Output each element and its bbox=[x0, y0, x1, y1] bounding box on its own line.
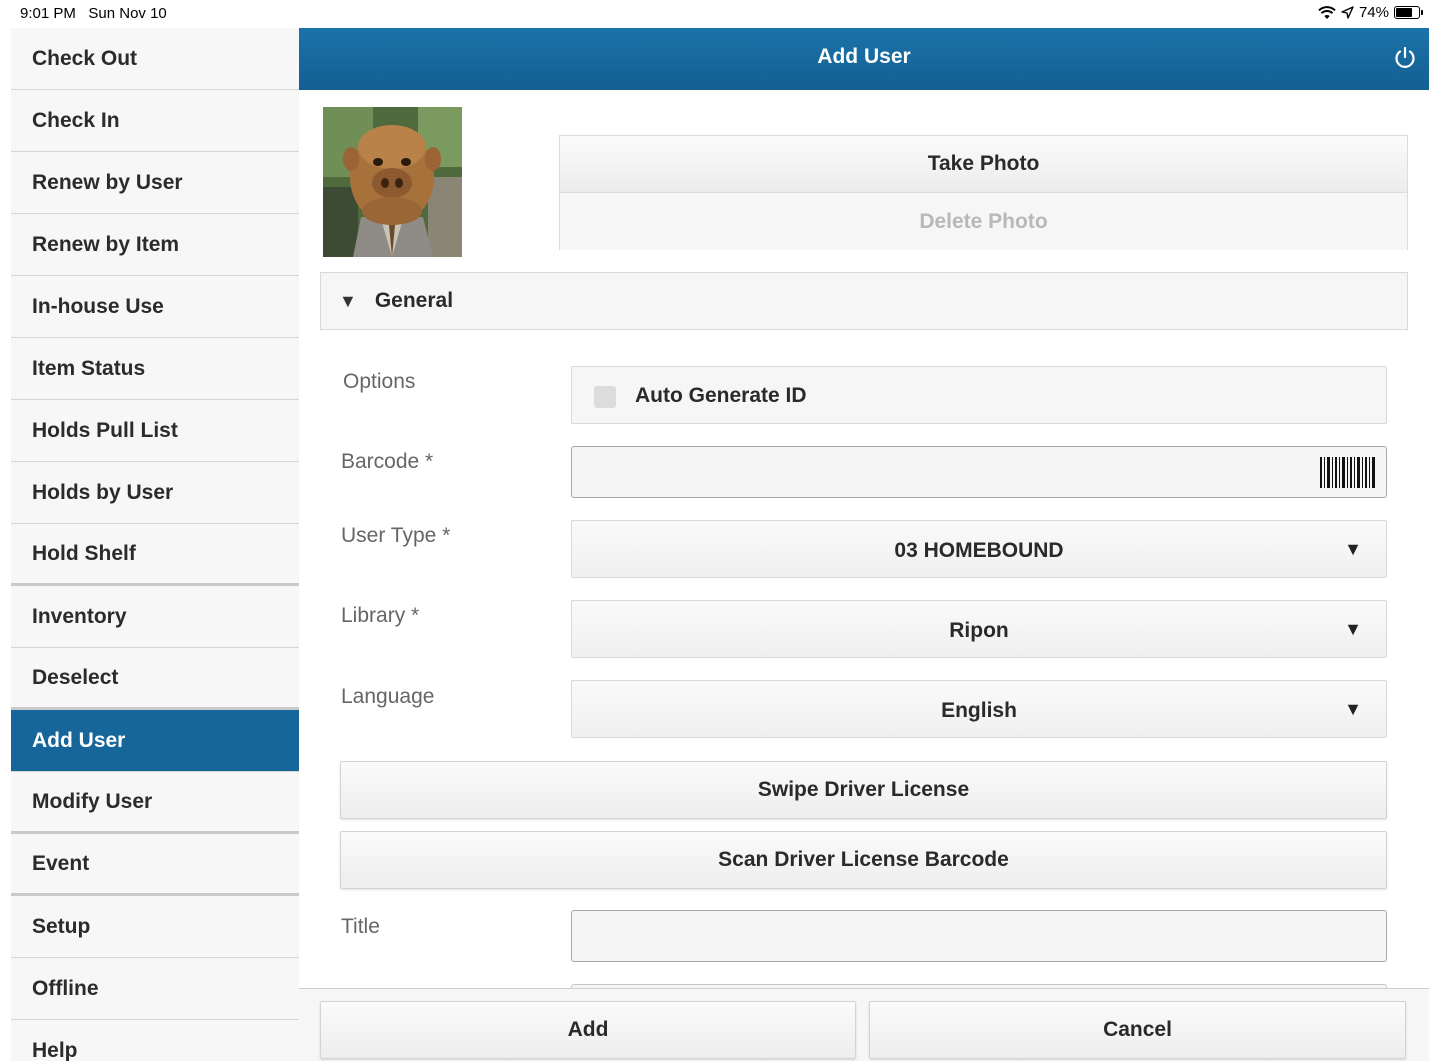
chevron-down-icon: ▼ bbox=[1344, 619, 1362, 639]
footer-bar: Add Cancel bbox=[299, 988, 1429, 1061]
title-label: Title bbox=[341, 915, 380, 938]
user-type-select[interactable]: 03 HOMEBOUND ▼ bbox=[571, 520, 1387, 578]
page-title: Add User bbox=[817, 45, 911, 68]
sidebar-item-holds-by-user[interactable]: Holds by User bbox=[11, 462, 299, 524]
sidebar-item-renew-by-item[interactable]: Renew by Item bbox=[11, 214, 299, 276]
section-label: General bbox=[374, 289, 454, 312]
sidebar-item-inventory[interactable]: Inventory bbox=[11, 586, 299, 648]
delete-photo-button[interactable]: Delete Photo bbox=[560, 193, 1407, 250]
language-label: Language bbox=[341, 685, 435, 708]
library-label: Library * bbox=[341, 604, 420, 627]
battery-percent: 74% bbox=[1358, 4, 1389, 21]
auto-generate-id-label: Auto Generate ID bbox=[635, 384, 807, 407]
sidebar-item-check-in[interactable]: Check In bbox=[11, 90, 299, 152]
chevron-down-icon: ▼ bbox=[1344, 539, 1362, 559]
sidebar-item-deselect[interactable]: Deselect bbox=[11, 648, 299, 710]
main-content: Take Photo Delete Photo ▼ General Option… bbox=[299, 90, 1429, 988]
auto-generate-id-checkbox[interactable] bbox=[594, 386, 616, 408]
sidebar-item-hold-shelf[interactable]: Hold Shelf bbox=[11, 524, 299, 586]
battery-icon bbox=[1394, 6, 1423, 19]
sidebar-item-holds-pull-list[interactable]: Holds Pull List bbox=[11, 400, 299, 462]
options-label: Options bbox=[343, 370, 416, 393]
location-arrow-icon bbox=[1341, 6, 1354, 19]
chevron-down-icon: ▼ bbox=[1344, 699, 1362, 719]
header-bar: Add User bbox=[299, 28, 1429, 90]
title-field[interactable] bbox=[571, 910, 1387, 962]
sidebar-item-help[interactable]: Help bbox=[11, 1020, 299, 1061]
status-icons: 74% bbox=[1318, 4, 1423, 21]
sidebar-item-add-user[interactable]: Add User bbox=[11, 710, 299, 772]
user-photo-image bbox=[323, 107, 462, 257]
status-bar: 9:01 PM Sun Nov 10 74% bbox=[0, 0, 1434, 28]
status-time: 9:01 PM Sun Nov 10 bbox=[20, 5, 167, 22]
general-section-header[interactable]: ▼ General bbox=[320, 272, 1408, 330]
cancel-button[interactable]: Cancel bbox=[869, 1001, 1406, 1059]
library-select[interactable]: Ripon ▼ bbox=[571, 600, 1387, 658]
barcode-field[interactable] bbox=[571, 446, 1387, 498]
sidebar: Check Out Check In Renew by User Renew b… bbox=[11, 28, 299, 1061]
status-date: Sun Nov 10 bbox=[88, 5, 167, 22]
sidebar-item-setup[interactable]: Setup bbox=[11, 896, 299, 958]
library-value: Ripon bbox=[949, 619, 1009, 642]
sidebar-item-modify-user[interactable]: Modify User bbox=[11, 772, 299, 834]
sidebar-item-item-status[interactable]: Item Status bbox=[11, 338, 299, 400]
sidebar-item-offline[interactable]: Offline bbox=[11, 958, 299, 1020]
user-type-label: User Type * bbox=[341, 524, 451, 547]
user-photo bbox=[323, 107, 462, 257]
sidebar-item-in-house-use[interactable]: In-house Use bbox=[11, 276, 299, 338]
user-type-value: 03 HOMEBOUND bbox=[894, 539, 1064, 562]
scan-driver-license-button[interactable]: Scan Driver License Barcode bbox=[340, 831, 1387, 889]
swipe-driver-license-button[interactable]: Swipe Driver License bbox=[340, 761, 1387, 819]
sidebar-item-renew-by-user[interactable]: Renew by User bbox=[11, 152, 299, 214]
language-value: English bbox=[941, 699, 1017, 722]
wifi-icon bbox=[1318, 5, 1336, 19]
triangle-down-icon: ▼ bbox=[339, 290, 357, 311]
barcode-label: Barcode * bbox=[341, 450, 434, 473]
language-select[interactable]: English ▼ bbox=[571, 680, 1387, 738]
add-button[interactable]: Add bbox=[320, 1001, 856, 1059]
take-photo-button[interactable]: Take Photo bbox=[560, 136, 1407, 193]
power-icon[interactable] bbox=[1392, 45, 1418, 71]
sidebar-item-event[interactable]: Event bbox=[11, 834, 299, 896]
auto-generate-id-row[interactable]: Auto Generate ID bbox=[571, 366, 1387, 424]
photo-actions: Take Photo Delete Photo bbox=[559, 135, 1408, 250]
sidebar-item-check-out[interactable]: Check Out bbox=[11, 28, 299, 90]
barcode-scan-icon[interactable] bbox=[1318, 456, 1378, 489]
